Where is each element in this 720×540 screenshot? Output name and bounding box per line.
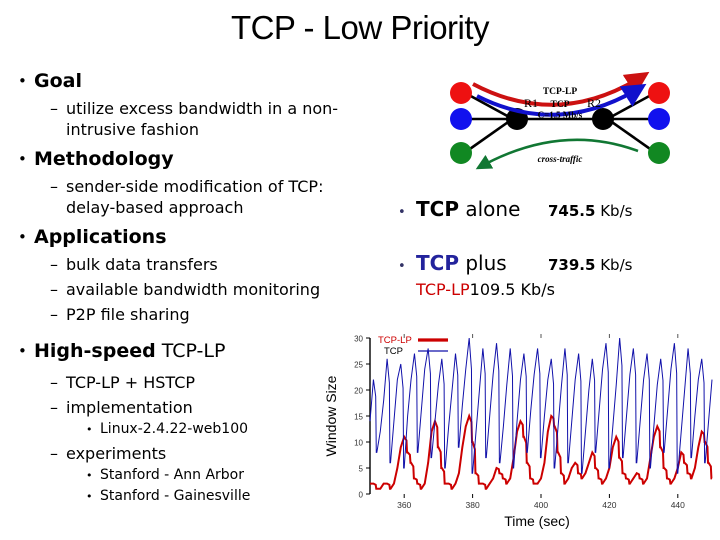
legend-label-tcp: TCP <box>384 346 403 357</box>
list-item-label: implementation <box>66 398 193 417</box>
tcp-arrow-label: TCP <box>551 100 570 110</box>
page-title: TCP - Low Priority <box>230 9 490 46</box>
list-item-label: Goal <box>34 70 82 92</box>
dash-icon: – <box>50 398 58 417</box>
dash-icon: – <box>50 373 58 392</box>
bullet-icon: • <box>18 72 27 90</box>
network-topology-diagram: R1 R2 TCP-LP TCP C=1.5 Mb/s cross-traffi… <box>432 58 688 180</box>
list-item-label: Linux-2.4.22-web100 <box>100 421 249 437</box>
list-item-label: P2P file sharing <box>66 305 190 324</box>
bullet-icon: • <box>398 259 406 274</box>
bullet-icon: • <box>18 342 27 360</box>
dash-icon: – <box>50 99 58 118</box>
list-item: – P2P file sharing <box>8 304 388 325</box>
result-value: 109.5 Kb/s <box>469 280 555 299</box>
list-item-label: sender-side modification of TCP: delay-b… <box>66 177 324 217</box>
y-tick-label: 0 <box>359 491 364 500</box>
y-tick-label: 25 <box>354 361 363 370</box>
list-item-label: High-speed TCP-LP <box>34 340 226 362</box>
host-node-blue-left <box>450 108 472 130</box>
x-tick-label: 440 <box>671 500 685 510</box>
host-node-green-left <box>450 142 472 164</box>
window-size-chart: 0 5 10 15 20 25 30 360 380 400 420 440 Window Size … <box>322 326 718 538</box>
y-tick-label: 20 <box>354 387 363 396</box>
router-label-r2: R2 <box>587 96 601 110</box>
list-item-label: bulk data transfers <box>66 255 218 274</box>
list-item-label: utilize excess bandwidth in a non-intrus… <box>66 99 339 139</box>
result-row-tcplp: TCP-LP 109.5 Kb/s <box>398 280 714 299</box>
list-item-label: Methodology <box>34 148 174 170</box>
list-item: • Goal <box>8 69 388 94</box>
dash-icon: – <box>50 177 58 196</box>
list-item: • Methodology <box>8 147 388 172</box>
host-node-red-left <box>450 82 472 104</box>
list-item: – bulk data transfers <box>8 254 388 275</box>
list-item: • Applications <box>8 225 388 250</box>
list-item-label: experiments <box>66 444 167 463</box>
cross-traffic-label: cross-traffic <box>538 154 583 164</box>
bullet-icon: • <box>86 490 93 503</box>
legend-label-tcplp: TCP-LP <box>378 335 412 346</box>
chart-series-tcp <box>369 337 713 474</box>
result-value: 745.5 Kb/s <box>548 202 633 220</box>
list-item: – available bandwidth monitoring <box>8 279 388 300</box>
router-label-r1: R1 <box>524 96 538 110</box>
router-node-r2 <box>592 108 614 130</box>
list-item-label: Applications <box>34 226 167 248</box>
x-tick-label: 420 <box>602 500 616 510</box>
dash-icon: – <box>50 305 58 324</box>
result-label: TCP alone <box>416 197 521 221</box>
bullet-icon: • <box>86 469 93 482</box>
y-tick-label: 10 <box>354 439 363 448</box>
chart-series-group <box>369 337 713 490</box>
link-capacity-label: C=1.5 Mb/s <box>538 110 583 120</box>
throughput-results: • TCP alone 745.5 Kb/s • TCP plus 739.5 … <box>398 196 714 299</box>
bullet-icon: • <box>86 423 93 436</box>
list-item: – utilize excess bandwidth in a non-intr… <box>8 98 388 140</box>
result-row-tcp-alone: • TCP alone 745.5 Kb/s <box>398 196 714 224</box>
list-item-label: Stanford - Gainesville <box>100 488 251 504</box>
chart-legend: TCP-LP TCP <box>378 335 448 357</box>
y-tick-label: 15 <box>354 413 363 422</box>
bullet-icon: • <box>18 228 27 246</box>
result-value: 739.5 Kb/s <box>548 256 633 274</box>
y-tick-label: 30 <box>354 335 363 344</box>
host-node-green-right <box>648 142 670 164</box>
host-node-blue-right <box>648 108 670 130</box>
list-item-label: available bandwidth monitoring <box>66 280 321 299</box>
bullet-icon: • <box>398 205 406 220</box>
host-node-red-right <box>648 82 670 104</box>
y-tick-label: 5 <box>359 465 364 474</box>
x-axis-label: Time (sec) <box>504 513 570 529</box>
result-label: TCP plus <box>416 251 507 275</box>
dash-icon: – <box>50 280 58 299</box>
tcplp-arrow-label: TCP-LP <box>543 87 578 97</box>
result-row-tcp-plus: • TCP plus 739.5 Kb/s <box>398 250 714 278</box>
x-tick-label: 380 <box>466 500 480 510</box>
list-item-label: TCP-LP + HSTCP <box>66 373 196 392</box>
x-tick-label: 360 <box>397 500 411 510</box>
bullet-icon: • <box>18 150 27 168</box>
y-axis-label: Window Size <box>323 375 339 456</box>
dash-icon: – <box>50 255 58 274</box>
list-item-label: Stanford - Ann Arbor <box>100 467 244 483</box>
list-item: – sender-side modification of TCP: delay… <box>8 176 388 218</box>
dash-icon: – <box>50 444 58 463</box>
result-label: TCP-LP <box>416 280 470 299</box>
x-tick-label: 400 <box>534 500 548 510</box>
